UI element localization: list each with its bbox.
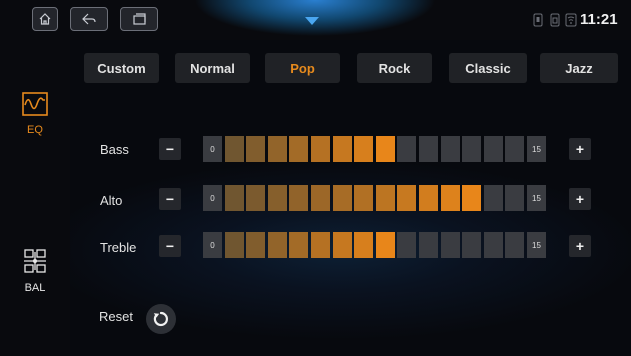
level-segment[interactable] [375, 185, 395, 211]
level-min-label[interactable]: 0 [203, 185, 222, 211]
level-segment[interactable] [440, 185, 460, 211]
sidebar-item-label: BAL [24, 282, 46, 294]
reset-button[interactable] [146, 304, 176, 334]
alto-increase-button[interactable]: + [569, 188, 591, 210]
bass-increase-button[interactable]: + [569, 138, 591, 160]
level-segment[interactable] [224, 136, 244, 162]
refresh-icon [153, 311, 168, 327]
level-segment[interactable] [267, 136, 287, 162]
preset-pop-button[interactable]: Pop [265, 53, 340, 83]
level-segment[interactable] [397, 136, 417, 162]
sidebar-item-eq[interactable]: EQ [0, 92, 70, 136]
level-segment[interactable] [505, 232, 525, 258]
eq-screen: 11:21 EQ BAL Custom Normal Pop Rock Clas… [0, 0, 631, 356]
level-segment[interactable] [505, 136, 525, 162]
level-segment[interactable] [224, 185, 244, 211]
level-segment[interactable] [246, 185, 266, 211]
band-label-treble: Treble [100, 240, 137, 255]
sd-card-icon [550, 13, 560, 27]
status-bar: 11:21 [0, 0, 631, 40]
recents-button[interactable] [120, 7, 158, 31]
level-segment[interactable] [397, 185, 417, 211]
level-segment[interactable] [311, 232, 330, 258]
level-segment[interactable] [246, 232, 266, 258]
level-segment[interactable] [224, 232, 244, 258]
level-segment[interactable] [375, 232, 395, 258]
level-segment[interactable] [483, 185, 503, 211]
preset-rock-button[interactable]: Rock [357, 53, 432, 83]
equalizer-wave-icon [22, 92, 48, 116]
level-segment[interactable] [462, 185, 482, 211]
sidebar-item-bal[interactable]: BAL [0, 248, 70, 294]
level-segment[interactable] [462, 136, 482, 162]
back-button[interactable] [70, 7, 108, 31]
level-segment[interactable] [311, 136, 330, 162]
preset-classic-button[interactable]: Classic [449, 53, 527, 83]
alto-decrease-button[interactable]: − [159, 188, 181, 210]
home-icon [39, 13, 51, 25]
preset-jazz-button[interactable]: Jazz [540, 53, 618, 83]
level-segment[interactable] [483, 232, 503, 258]
sidebar: EQ BAL [0, 40, 70, 356]
level-min-label[interactable]: 0 [203, 232, 222, 258]
level-max-label[interactable]: 15 [527, 232, 546, 258]
level-segment[interactable] [267, 232, 287, 258]
level-segment[interactable] [483, 136, 503, 162]
level-segment[interactable] [246, 136, 266, 162]
chevron-down-icon[interactable] [304, 16, 320, 26]
level-segment[interactable] [419, 185, 438, 211]
level-segment[interactable] [440, 136, 460, 162]
level-max-label[interactable]: 15 [527, 185, 546, 211]
recents-icon [133, 13, 146, 25]
treble-increase-button[interactable]: + [569, 235, 591, 257]
level-segment[interactable] [419, 136, 438, 162]
level-segment[interactable] [462, 232, 482, 258]
level-segment[interactable] [354, 232, 374, 258]
level-segment[interactable] [311, 185, 330, 211]
level-min-label[interactable]: 0 [203, 136, 222, 162]
usb-icon [533, 13, 543, 27]
level-segment[interactable] [267, 185, 287, 211]
preset-custom-button[interactable]: Custom [84, 53, 159, 83]
level-segment[interactable] [375, 136, 395, 162]
speaker-balance-icon [24, 249, 46, 273]
level-segment[interactable] [332, 136, 352, 162]
band-label-bass: Bass [100, 142, 129, 157]
bass-decrease-button[interactable]: − [159, 138, 181, 160]
level-segment[interactable] [505, 185, 525, 211]
level-max-label[interactable]: 15 [527, 136, 546, 162]
band-label-alto: Alto [100, 193, 123, 208]
home-button[interactable] [32, 7, 58, 31]
treble-decrease-button[interactable]: − [159, 235, 181, 257]
level-segment[interactable] [332, 185, 352, 211]
level-segment[interactable] [354, 136, 374, 162]
level-segment[interactable] [289, 185, 309, 211]
level-segment[interactable] [289, 136, 309, 162]
level-segment[interactable] [289, 232, 309, 258]
level-segment[interactable] [332, 232, 352, 258]
wifi-icon [565, 13, 577, 27]
sidebar-item-label: EQ [27, 124, 43, 136]
clock: 11:21 [580, 11, 618, 28]
level-segment[interactable] [419, 232, 438, 258]
preset-normal-button[interactable]: Normal [175, 53, 250, 83]
level-segment[interactable] [354, 185, 374, 211]
level-segment[interactable] [397, 232, 417, 258]
back-icon [82, 13, 96, 25]
reset-label: Reset [99, 309, 133, 324]
level-segment[interactable] [440, 232, 460, 258]
